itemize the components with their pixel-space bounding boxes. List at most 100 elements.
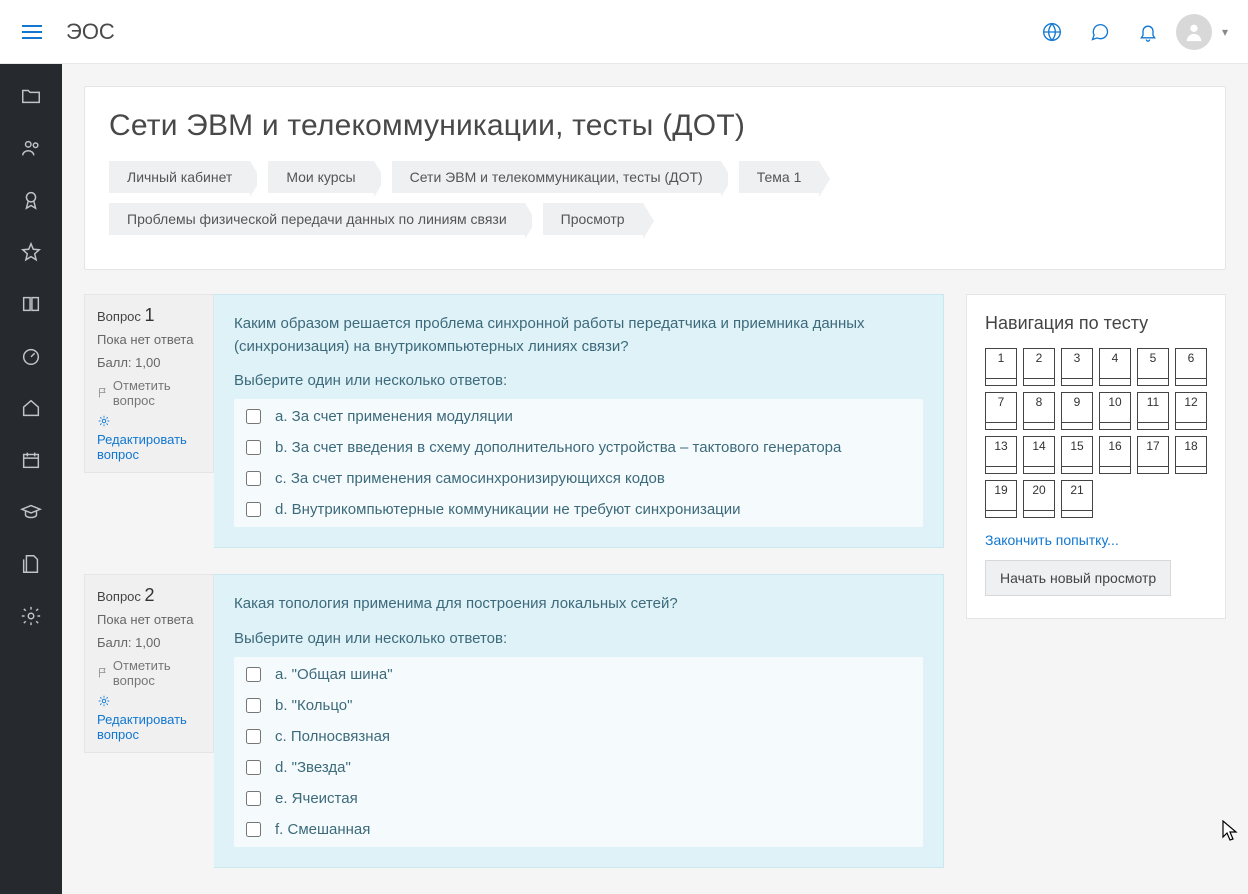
breadcrumb-item[interactable]: Личный кабинет	[109, 161, 250, 193]
sidebar-item-users[interactable]	[19, 136, 43, 160]
answer-label: e. Ячеистая	[275, 790, 358, 807]
sidebar-item-files[interactable]	[19, 552, 43, 576]
files-icon	[20, 553, 42, 575]
page-header: Сети ЭВМ и телекоммуникации, тесты (ДОТ)…	[84, 86, 1226, 270]
answer-label: c. Полносвязная	[275, 728, 390, 745]
answer-checkbox[interactable]	[246, 667, 261, 682]
quiz-nav-cell[interactable]: 15	[1061, 436, 1093, 474]
quiz-nav-cell[interactable]: 20	[1023, 480, 1055, 518]
quiz-nav-grid: 123456789101112131415161718192021	[985, 348, 1207, 518]
question-status: Пока нет ответа	[97, 612, 201, 629]
answers-list: a. За счет применения модуляции b. За сче…	[234, 399, 923, 527]
question-score: Балл: 1,00	[97, 635, 201, 652]
quiz-nav-cell[interactable]: 14	[1023, 436, 1055, 474]
quiz-nav-cell[interactable]: 18	[1175, 436, 1207, 474]
answer-checkbox[interactable]	[246, 471, 261, 486]
flag-question-link[interactable]: Отметить вопрос	[97, 658, 201, 688]
quiz-nav-cell[interactable]: 21	[1061, 480, 1093, 518]
finish-attempt-link[interactable]: Закончить попытку...	[985, 532, 1207, 548]
messages-button[interactable]	[1080, 12, 1120, 52]
sidebar-item-badge[interactable]	[19, 188, 43, 212]
answer-checkbox[interactable]	[246, 502, 261, 517]
answer-checkbox[interactable]	[246, 440, 261, 455]
chat-icon	[1090, 22, 1110, 42]
settings-icon	[20, 605, 42, 627]
edit-question-link[interactable]: Редактировать вопрос	[97, 694, 201, 742]
answer-label: a. "Общая шина"	[275, 666, 393, 683]
answer-checkbox[interactable]	[246, 409, 261, 424]
language-button[interactable]	[1032, 12, 1072, 52]
user-menu-toggle[interactable]: ▾	[1222, 25, 1228, 39]
sidebar-item-book[interactable]	[19, 292, 43, 316]
question-number-line: Вопрос 1	[97, 305, 201, 326]
avatar-icon	[1183, 21, 1205, 43]
answer-checkbox[interactable]	[246, 791, 261, 806]
answer-checkbox[interactable]	[246, 760, 261, 775]
answer-label: b. "Кольцо"	[275, 697, 352, 714]
answer-checkbox[interactable]	[246, 729, 261, 744]
breadcrumb-item[interactable]: Мои курсы	[268, 161, 373, 193]
book-icon	[20, 293, 42, 315]
sidebar-item-settings[interactable]	[19, 604, 43, 628]
new-preview-button[interactable]: Начать новый просмотр	[985, 560, 1171, 596]
breadcrumb-item[interactable]: Просмотр	[543, 203, 643, 235]
answer-checkbox[interactable]	[246, 698, 261, 713]
question-status: Пока нет ответа	[97, 332, 201, 349]
quiz-nav-cell[interactable]: 4	[1099, 348, 1131, 386]
quiz-nav-cell[interactable]: 9	[1061, 392, 1093, 430]
flag-icon	[97, 666, 109, 680]
quiz-nav-cell[interactable]: 17	[1137, 436, 1169, 474]
sidebar-item-dashboard[interactable]	[19, 344, 43, 368]
answer-row: b. "Кольцо"	[234, 690, 923, 721]
answer-checkbox[interactable]	[246, 822, 261, 837]
quiz-nav-cell[interactable]: 16	[1099, 436, 1131, 474]
quiz-nav-cell[interactable]: 1	[985, 348, 1017, 386]
answer-row: a. "Общая шина"	[234, 659, 923, 690]
topbar: ЭОС ▾	[0, 0, 1248, 64]
brand-title: ЭОС	[66, 19, 115, 45]
question-content: Каким образом решается проблема синхронн…	[214, 294, 944, 548]
quiz-nav-cell[interactable]: 5	[1137, 348, 1169, 386]
quiz-nav-cell[interactable]: 11	[1137, 392, 1169, 430]
answer-row: b. За счет введения в схему дополнительн…	[234, 432, 923, 463]
flag-icon	[97, 386, 109, 400]
user-avatar[interactable]	[1176, 14, 1212, 50]
gear-icon	[97, 414, 111, 428]
quiz-nav-cell[interactable]: 2	[1023, 348, 1055, 386]
folder-icon	[20, 85, 42, 107]
breadcrumb-item[interactable]: Сети ЭВМ и телекоммуникации, тесты (ДОТ)	[392, 161, 721, 193]
quiz-nav-cell[interactable]: 10	[1099, 392, 1131, 430]
quiz-nav-cell[interactable]: 3	[1061, 348, 1093, 386]
quiz-nav-cell[interactable]: 19	[985, 480, 1017, 518]
answer-row: d. Внутрикомпьютерные коммуникации не тр…	[234, 494, 923, 525]
dashboard-icon	[20, 345, 42, 367]
edit-question-link[interactable]: Редактировать вопрос	[97, 414, 201, 462]
quiz-nav-cell[interactable]: 12	[1175, 392, 1207, 430]
breadcrumbs: Личный кабинет Мои курсы Сети ЭВМ и телеко…	[109, 161, 1201, 245]
breadcrumb-item[interactable]: Проблемы физической передачи данных по л…	[109, 203, 525, 235]
breadcrumb-item[interactable]: Тема 1	[739, 161, 820, 193]
quiz-nav-cell[interactable]: 7	[985, 392, 1017, 430]
answer-row: c. Полносвязная	[234, 721, 923, 752]
answer-label: a. За счет применения модуляции	[275, 408, 513, 425]
answer-prompt: Выберите один или несколько ответов:	[234, 630, 923, 647]
quiz-nav-cell[interactable]: 6	[1175, 348, 1207, 386]
sidebar-item-star[interactable]	[19, 240, 43, 264]
answer-label: d. Внутрикомпьютерные коммуникации не тр…	[275, 501, 741, 518]
answer-row: d. "Звезда"	[234, 752, 923, 783]
answer-label: d. "Звезда"	[275, 759, 351, 776]
answer-row: c. За счет применения самосинхронизирующ…	[234, 463, 923, 494]
home-icon	[20, 397, 42, 419]
answer-prompt: Выберите один или несколько ответов:	[234, 372, 923, 389]
sidebar-item-home[interactable]	[19, 396, 43, 420]
quiz-nav-cell[interactable]: 13	[985, 436, 1017, 474]
menu-toggle[interactable]	[8, 8, 56, 56]
sidebar-item-folder[interactable]	[19, 84, 43, 108]
gear-icon	[97, 694, 111, 708]
notifications-button[interactable]	[1128, 12, 1168, 52]
question-info: Вопрос 1Пока нет ответаБалл: 1,00Отметит…	[84, 294, 214, 473]
flag-question-link[interactable]: Отметить вопрос	[97, 378, 201, 408]
sidebar-item-calendar[interactable]	[19, 448, 43, 472]
sidebar-item-graduation[interactable]	[19, 500, 43, 524]
quiz-nav-cell[interactable]: 8	[1023, 392, 1055, 430]
